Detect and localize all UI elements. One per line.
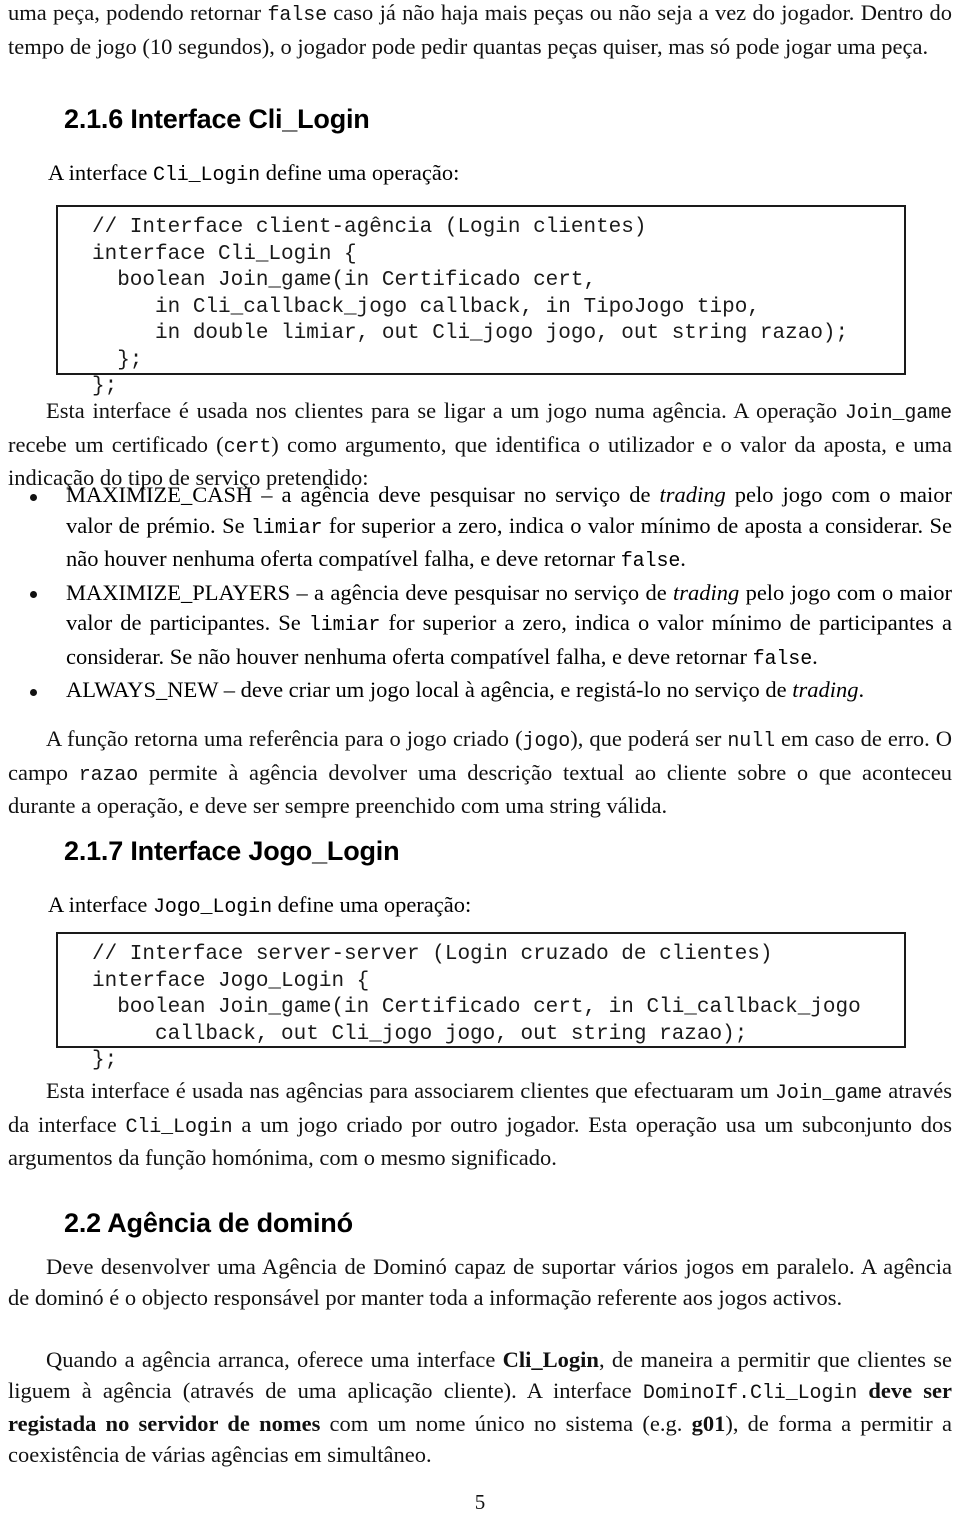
closing-code-jogo: jogo <box>522 730 571 753</box>
cli-desc-code-join-game: Join_game <box>844 402 952 425</box>
bullet-2-part-1: ALWAYS_NEW – deve criar um jogo local à … <box>66 677 793 702</box>
list-item: ALWAYS_NEW – deve criar um jogo local à … <box>8 675 952 706</box>
bullet-1-part-1: MAXIMIZE_PLAYERS – a agência deve pesqui… <box>66 579 673 605</box>
code-block-jogo-login: // Interface server-server (Login cruzad… <box>56 932 906 1072</box>
bullet-0-code-1: limiar <box>251 516 323 540</box>
page-number: 5 <box>474 1490 486 1514</box>
jogo-login-lead: A interface Jogo_Login define uma operaç… <box>48 890 471 923</box>
cli-login-lead: A interface Cli_Login define uma operaçã… <box>48 158 459 191</box>
closing-code-null: null <box>727 730 776 753</box>
jogo-desc-code-cli-login: Cli_Login <box>125 1115 233 1139</box>
heading-2-1-7: 2.1.7 Interface Jogo_Login <box>64 836 400 866</box>
jogo-login-lead-part-2: define uma operação: <box>271 892 472 917</box>
ag2-part-3 <box>857 1378 868 1403</box>
closing-part-2: ), que poderá ser <box>570 726 728 751</box>
code-block-cli-login: // Interface client-agência (Login clien… <box>56 205 906 398</box>
intro-code-false: false <box>267 4 327 27</box>
ag2-bold-g01: g01 <box>691 1411 726 1436</box>
jogo-desc-part-1: Esta interface é usada nas agências para… <box>46 1078 775 1103</box>
bullet-1-code-2: false <box>752 647 813 671</box>
list-item: MAXIMIZE_CASH – a agência deve pesquisar… <box>8 480 952 578</box>
cli-desc-part-1: Esta interface é usada nos clientes para… <box>46 398 845 423</box>
bullet-dot-icon <box>30 591 37 599</box>
code-block-cli-login-text: // Interface client-agência (Login clien… <box>92 216 849 398</box>
cli-desc-code-cert: cert <box>223 435 272 459</box>
bullet-0-part-4: . <box>680 546 686 571</box>
ag2-part-4: com um nome único no sistema (e.g. <box>320 1411 692 1436</box>
bullet-0-italic-1: trading <box>659 482 726 507</box>
heading-2-1-6: 2.1.6 Interface Cli_Login <box>64 104 370 134</box>
closing-part-4: permite à agência devolver uma descrição… <box>8 759 952 819</box>
code-block-jogo-login-text: // Interface server-server (Login cruzad… <box>92 943 861 1072</box>
bullet-0-part-1: MAXIMIZE_CASH – a agência deve pesquisar… <box>66 482 660 507</box>
bullet-dot-icon <box>30 688 37 696</box>
cli-desc-part-2: recebe um certificado ( <box>8 431 224 457</box>
cli-login-lead-code: Cli_Login <box>152 164 261 187</box>
document-page: uma peça, podendo retornar false caso já… <box>0 0 960 1527</box>
cli-login-closing-paragraph: A função retorna uma referência para o j… <box>8 724 952 822</box>
closing-part-1: A função retorna uma referência para o j… <box>46 726 523 751</box>
agencia-paragraph-2: Quando a agência arranca, oferece uma in… <box>8 1345 952 1470</box>
bullet-1-part-4: . <box>812 643 818 669</box>
cli-login-lead-part-2: define uma operação: <box>260 160 460 185</box>
bullet-2-part-2: . <box>858 677 865 702</box>
ag2-code-dominoif: DominoIf.Cli_Login <box>642 1381 858 1405</box>
jogo-login-description: Esta interface é usada nas agências para… <box>8 1076 952 1174</box>
bullet-dot-icon <box>30 493 37 501</box>
ag2-part-1: Quando a agência arranca, oferece uma in… <box>46 1347 503 1372</box>
intro-paragraph: uma peça, podendo retornar false caso já… <box>8 0 952 62</box>
closing-code-razao: razao <box>78 763 139 787</box>
jogo-login-lead-code: Jogo_Login <box>152 896 272 919</box>
cli-login-description: Esta interface é usada nos clientes para… <box>8 396 952 494</box>
service-type-bullet-list: MAXIMIZE_CASH – a agência deve pesquisar… <box>8 480 952 706</box>
agencia-paragraph-1: Deve desenvolver uma Agência de Dominó c… <box>8 1254 952 1310</box>
ag2-bold-cli-login: Cli_Login <box>502 1347 599 1372</box>
cli-login-lead-part-1: A interface <box>48 160 153 185</box>
jogo-desc-code-join-game: Join_game <box>774 1082 883 1105</box>
bullet-0-code-2: false <box>620 550 681 573</box>
list-item: MAXIMIZE_PLAYERS – a agência deve pesqui… <box>8 578 952 676</box>
bullet-1-code-1: limiar <box>308 614 381 637</box>
bullet-1-italic-1: trading <box>673 579 740 605</box>
bullet-2-italic-1: trading <box>792 677 859 702</box>
heading-2-2: 2.2 Agência de dominó <box>64 1208 353 1238</box>
intro-text-part-1: uma peça, podendo retornar <box>8 0 268 25</box>
jogo-login-lead-part-1: A interface <box>48 892 153 917</box>
